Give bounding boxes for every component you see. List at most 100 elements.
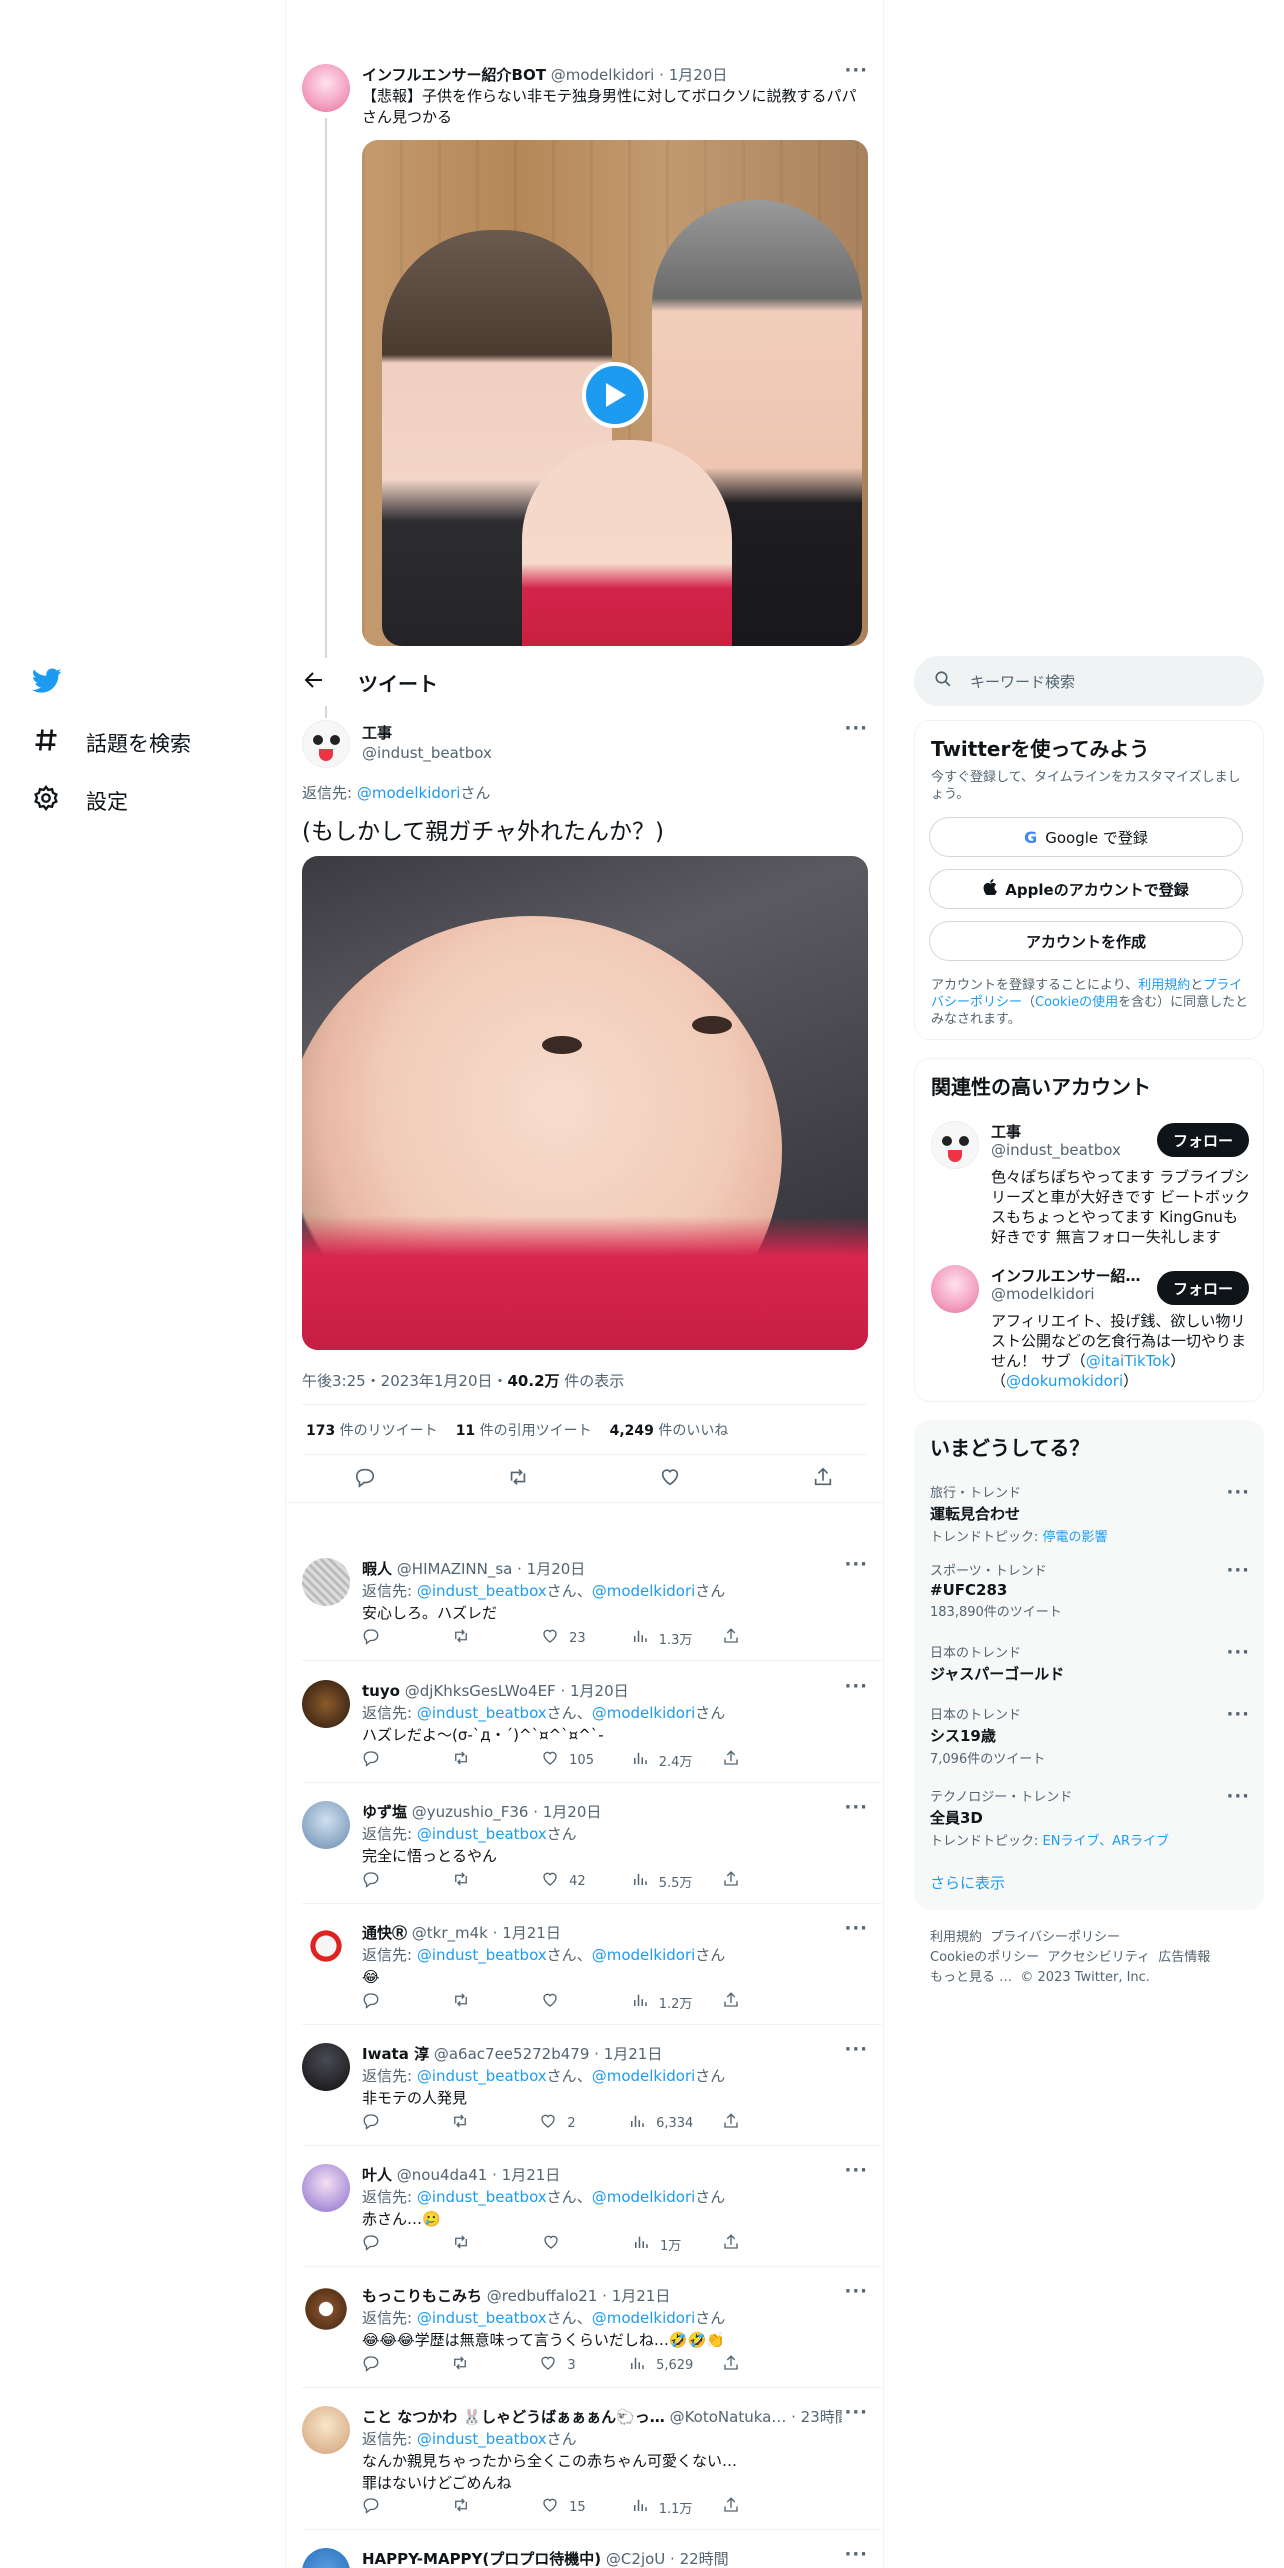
- reply-tweet[interactable]: Iwata 淳 @a6ac7ee5272b479 · 1月21日 ··· 返信先: …: [302, 2025, 882, 2146]
- reply-tweet[interactable]: もっこりもこみち @redbuffalo21 · 1月21日 ··· 返信先: @i…: [302, 2267, 882, 2388]
- share-button[interactable]: [722, 2112, 782, 2134]
- views-button[interactable]: 1.3万: [631, 1627, 692, 1649]
- tweet-image[interactable]: [302, 856, 868, 1350]
- views-button[interactable]: 5,629: [628, 2354, 693, 2376]
- like-button[interactable]: 105: [541, 1749, 601, 1771]
- views-button[interactable]: 1.1万: [631, 2496, 692, 2518]
- reply-button[interactable]: [362, 1870, 422, 1892]
- show-more-link[interactable]: さらに表示: [930, 1872, 1005, 1893]
- more-icon[interactable]: ···: [844, 1797, 868, 1818]
- create-account-button[interactable]: アカウントを作成: [929, 921, 1243, 961]
- more-icon[interactable]: ···: [844, 2281, 868, 2302]
- tweet-date[interactable]: 1月21日: [502, 1924, 561, 1942]
- retweet-button[interactable]: [452, 1991, 512, 2013]
- play-icon[interactable]: [582, 362, 648, 428]
- avatar[interactable]: [302, 64, 350, 112]
- reply-button[interactable]: [362, 1991, 422, 2013]
- reply-to-link[interactable]: @indust_beatbox: [417, 1582, 547, 1600]
- follow-button[interactable]: フォロー: [1156, 1271, 1249, 1305]
- more-icon[interactable]: ···: [1226, 1786, 1250, 1807]
- google-signup-button[interactable]: G Google で登録: [929, 817, 1243, 857]
- nav-explore[interactable]: 話題を検索: [32, 726, 191, 759]
- bio-link[interactable]: @itaiTikTok: [1086, 1352, 1170, 1370]
- twitter-logo-icon[interactable]: [32, 668, 62, 698]
- author-name[interactable]: tuyo: [362, 1682, 400, 1700]
- trend-item[interactable]: 日本のトレンド ジャスパーゴールド ···: [930, 1642, 1250, 1684]
- like-button[interactable]: 3: [539, 2354, 599, 2376]
- share-button[interactable]: [722, 2496, 782, 2518]
- author-handle[interactable]: @indust_beatbox: [362, 744, 492, 762]
- avatar[interactable]: [302, 2548, 350, 2568]
- more-icon[interactable]: ···: [844, 2039, 868, 2060]
- retweet-button[interactable]: [452, 1627, 512, 1649]
- reply-tweet[interactable]: 通快Ⓡ @tkr_m4k · 1月21日 ··· 返信先: @indust_beat…: [302, 1904, 882, 2025]
- like-icon[interactable]: [659, 1466, 681, 1492]
- tweet-date[interactable]: 1月20日: [669, 66, 728, 84]
- trend-item[interactable]: 旅行・トレンド 運転見合わせ トレンドトピック: 停電の影響 ···: [930, 1482, 1250, 1545]
- back-arrow-icon[interactable]: [304, 670, 324, 695]
- reply-to-link[interactable]: @indust_beatbox: [417, 2309, 547, 2327]
- tweet-time[interactable]: 午後3:25・2023年1月20日・: [302, 1372, 508, 1390]
- tweet-date[interactable]: 1月21日: [604, 2045, 663, 2063]
- retweet-button[interactable]: [451, 2354, 511, 2376]
- avatar[interactable]: [302, 1558, 350, 1606]
- more-icon[interactable]: ···: [1226, 1704, 1250, 1725]
- views-button[interactable]: 1.2万: [631, 1991, 692, 2013]
- retweet-icon[interactable]: [507, 1466, 529, 1492]
- reply-tweet[interactable]: HAPPY-MAPPY(プロプロ待機中) @C2joU · 22時間 ···: [302, 2530, 882, 2568]
- like-button[interactable]: 15: [541, 2496, 601, 2518]
- avatar[interactable]: [302, 2164, 350, 2212]
- tweet-date[interactable]: 1月21日: [612, 2287, 671, 2305]
- retweets-stat[interactable]: 173 件のリツイート: [306, 1420, 438, 1440]
- author-name[interactable]: ゆず塩: [362, 1803, 407, 1821]
- author-handle[interactable]: @redbuffalo21: [487, 2287, 598, 2305]
- reply-button[interactable]: [362, 2112, 422, 2134]
- footer-cookie[interactable]: Cookieのポリシー: [930, 1950, 1039, 1965]
- reply-tweet[interactable]: こと なつかわ 🐰しゃどうばぁぁぁん🐑っ… @KotoNatuka… · 23時…: [302, 2388, 882, 2530]
- avatar[interactable]: [302, 2043, 350, 2091]
- tweet-date[interactable]: 1月20日: [543, 1803, 602, 1821]
- like-button[interactable]: [542, 2233, 602, 2255]
- more-icon[interactable]: ···: [844, 1554, 868, 1575]
- more-icon[interactable]: ···: [1226, 1482, 1250, 1503]
- reply-tweet[interactable]: tuyo @djKhksGesLWo4EF · 1月20日 ··· 返信先: @in…: [302, 1662, 882, 1783]
- author-handle[interactable]: @C2joU: [606, 2550, 665, 2568]
- trend-topic-link[interactable]: ENライブ、ARライブ: [1043, 1834, 1169, 1849]
- author-name[interactable]: 暇人: [362, 1560, 392, 1578]
- avatar[interactable]: [302, 2406, 350, 2454]
- more-icon[interactable]: ···: [844, 718, 868, 739]
- retweet-button[interactable]: [451, 2112, 511, 2134]
- reply-to-link[interactable]: @indust_beatbox: [417, 2430, 547, 2448]
- author-handle[interactable]: @modelkidori: [551, 66, 655, 84]
- nav-settings[interactable]: 設定: [32, 784, 128, 817]
- follow-button[interactable]: フォロー: [1156, 1123, 1249, 1157]
- reply-to-link[interactable]: @modelkidori: [592, 2188, 696, 2206]
- bio-link[interactable]: @dokumokidori: [1006, 1372, 1123, 1390]
- more-icon[interactable]: ···: [844, 1918, 868, 1939]
- tweet-date[interactable]: 22時間: [680, 2550, 729, 2568]
- author-name[interactable]: インフルエンサー紹介BOT: [362, 66, 546, 84]
- reply-to-link[interactable]: @modelkidori: [592, 2067, 696, 2085]
- reply-to-link[interactable]: @modelkidori: [592, 1704, 696, 1722]
- tweet-date[interactable]: 1月20日: [527, 1560, 586, 1578]
- author-name[interactable]: もっこりもこみち: [362, 2287, 482, 2305]
- reply-tweet[interactable]: ゆず塩 @yuzushio_F36 · 1月20日 ··· 返信先: @indust…: [302, 1783, 882, 1904]
- views-button[interactable]: 5.5万: [631, 1870, 692, 1892]
- avatar[interactable]: [302, 1922, 350, 1970]
- like-button[interactable]: 42: [541, 1870, 601, 1892]
- author-name[interactable]: こと なつかわ 🐰しゃどうばぁぁぁん🐑っ…: [362, 2408, 665, 2426]
- quotes-stat[interactable]: 11 件の引用ツイート: [456, 1420, 592, 1440]
- reply-to-link[interactable]: @indust_beatbox: [417, 1946, 547, 1964]
- reply-to-link[interactable]: @modelkidori: [357, 784, 461, 802]
- author-name[interactable]: Iwata 淳: [362, 2045, 429, 2063]
- reply-to-link[interactable]: @indust_beatbox: [417, 1825, 547, 1843]
- views-button[interactable]: 2.4万: [631, 1749, 692, 1771]
- cookie-link[interactable]: Cookieの使用: [1035, 995, 1118, 1010]
- author-handle[interactable]: @HIMAZINN_sa: [397, 1560, 513, 1578]
- reply-button[interactable]: [362, 2496, 422, 2518]
- footer-ads[interactable]: 広告情報: [1158, 1950, 1210, 1965]
- avatar[interactable]: [302, 2285, 350, 2333]
- terms-link[interactable]: 利用規約: [1138, 978, 1190, 993]
- author-handle[interactable]: @KotoNatuka…: [670, 2408, 787, 2426]
- like-button[interactable]: 23: [541, 1627, 601, 1649]
